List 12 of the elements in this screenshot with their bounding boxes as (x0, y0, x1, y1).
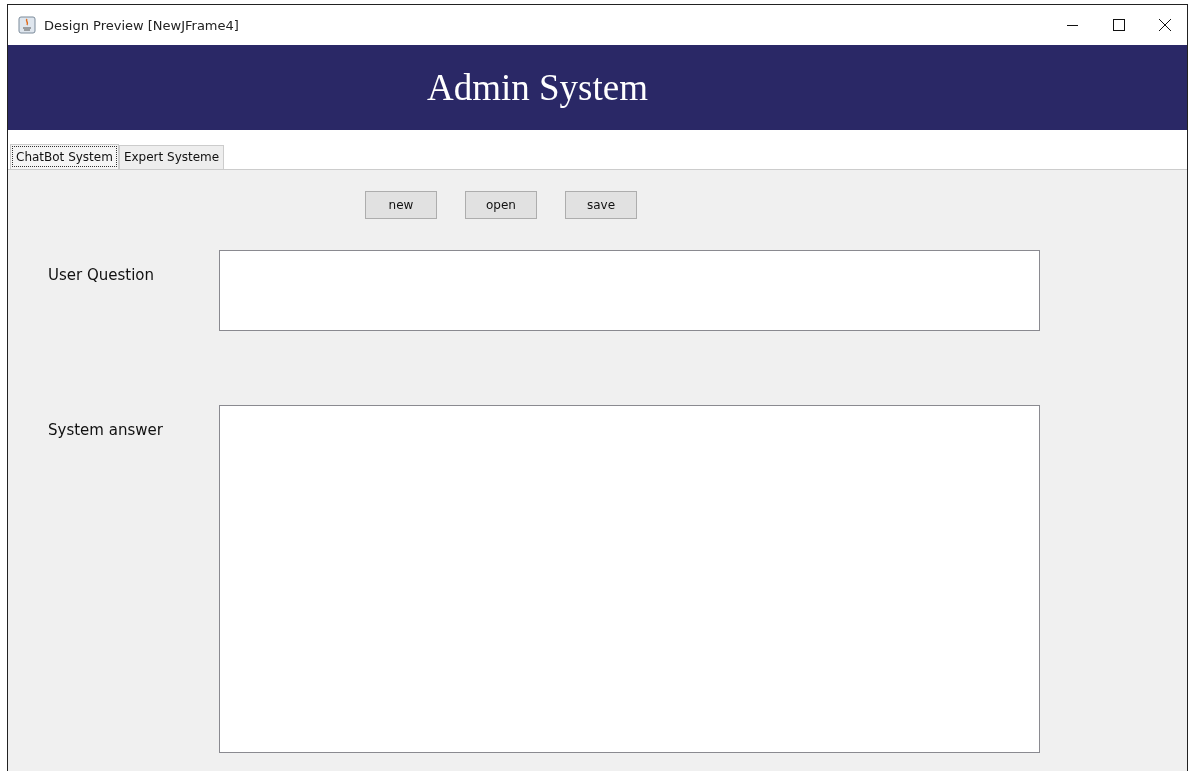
window-title: Design Preview [NewJFrame4] (44, 17, 239, 33)
tab[interactable]: Expert Systeme (118, 145, 225, 169)
toolbar-button[interactable]: new (365, 191, 437, 219)
header-title: Admin System (427, 66, 649, 109)
question-field[interactable] (219, 250, 1040, 331)
field-label: System answer (48, 420, 164, 441)
tab[interactable]: ChatBot System (10, 144, 119, 169)
app-icon (18, 16, 36, 34)
answer-field[interactable] (219, 405, 1040, 753)
toolbar-button[interactable]: open (465, 191, 537, 219)
toolbar-button[interactable]: save (565, 191, 637, 219)
field-label: User Question (48, 265, 156, 286)
